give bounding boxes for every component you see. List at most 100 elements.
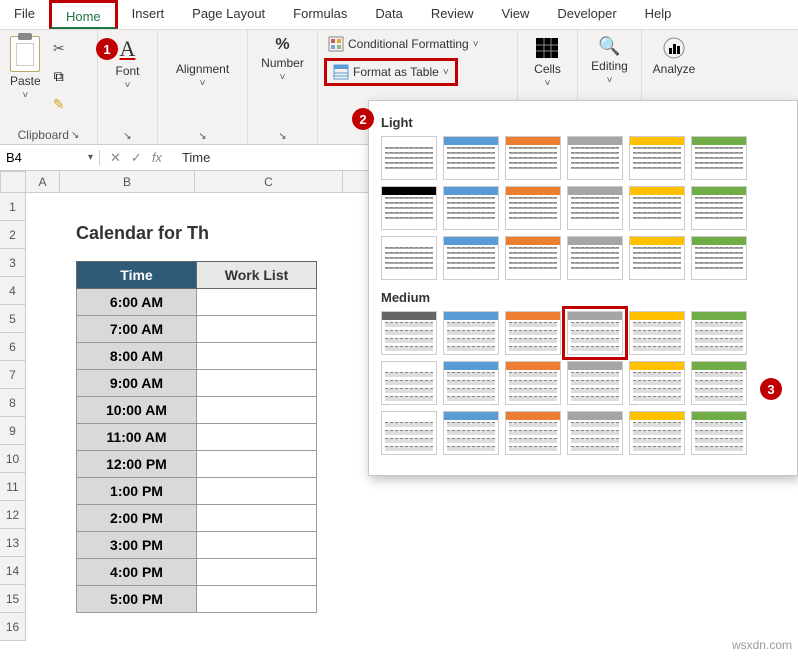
alignment-button[interactable]: Alignment ˅	[172, 34, 233, 91]
table-style-swatch[interactable]	[629, 411, 685, 455]
time-cell[interactable]: 2:00 PM	[77, 505, 197, 532]
format-painter-button[interactable]: ✎	[49, 94, 69, 114]
row-header-6[interactable]: 6	[0, 333, 26, 361]
worklist-cell[interactable]	[197, 505, 317, 532]
worklist-cell[interactable]	[197, 451, 317, 478]
format-as-table-button[interactable]: Format as Table˅	[324, 58, 458, 86]
worklist-cell[interactable]	[197, 316, 317, 343]
col-header-C[interactable]: C	[195, 171, 343, 193]
table-row[interactable]: 5:00 PM	[77, 586, 317, 613]
table-style-swatch[interactable]	[505, 411, 561, 455]
table-header[interactable]: Time	[77, 262, 197, 289]
worklist-cell[interactable]	[197, 586, 317, 613]
table-style-swatch[interactable]	[629, 236, 685, 280]
worklist-cell[interactable]	[197, 370, 317, 397]
worklist-cell[interactable]	[197, 289, 317, 316]
dialog-launcher-icon[interactable]: ↘	[123, 131, 131, 142]
table-row[interactable]: 3:00 PM	[77, 532, 317, 559]
table-header[interactable]: Work List	[197, 262, 317, 289]
table-style-swatch[interactable]	[629, 361, 685, 405]
analyze-button[interactable]: Analyze	[649, 34, 700, 78]
row-header-14[interactable]: 14	[0, 557, 26, 585]
select-all-corner[interactable]	[0, 171, 26, 193]
enter-button[interactable]: ✓	[131, 150, 142, 166]
table-style-swatch[interactable]	[505, 311, 561, 355]
table-style-swatch[interactable]	[443, 361, 499, 405]
row-header-10[interactable]: 10	[0, 445, 26, 473]
table-style-swatch[interactable]	[567, 186, 623, 230]
time-cell[interactable]: 10:00 AM	[77, 397, 197, 424]
time-cell[interactable]: 7:00 AM	[77, 316, 197, 343]
time-cell[interactable]: 5:00 PM	[77, 586, 197, 613]
col-header-B[interactable]: B	[60, 171, 195, 193]
time-cell[interactable]: 6:00 AM	[77, 289, 197, 316]
cut-button[interactable]: ✂	[49, 38, 69, 58]
row-header-7[interactable]: 7	[0, 361, 26, 389]
fx-button[interactable]: fx	[152, 150, 162, 166]
worklist-cell[interactable]	[197, 478, 317, 505]
row-header-9[interactable]: 9	[0, 417, 26, 445]
row-header-1[interactable]: 1	[0, 193, 26, 221]
number-button[interactable]: % Number ˅	[257, 34, 308, 85]
row-header-2[interactable]: 2	[0, 221, 26, 249]
table-style-swatch[interactable]	[629, 186, 685, 230]
table-style-swatch[interactable]	[505, 236, 561, 280]
worklist-cell[interactable]	[197, 424, 317, 451]
time-cell[interactable]: 8:00 AM	[77, 343, 197, 370]
col-header-A[interactable]: A	[26, 171, 60, 193]
editing-button[interactable]: 🔍 Editing ˅	[587, 34, 632, 88]
time-cell[interactable]: 3:00 PM	[77, 532, 197, 559]
table-style-swatch[interactable]	[567, 136, 623, 180]
worklist-cell[interactable]	[197, 343, 317, 370]
time-cell[interactable]: 12:00 PM	[77, 451, 197, 478]
tab-file[interactable]: File	[0, 0, 49, 29]
table-style-swatch[interactable]	[443, 186, 499, 230]
table-row[interactable]: 8:00 AM	[77, 343, 317, 370]
table-row[interactable]: 6:00 AM	[77, 289, 317, 316]
tab-view[interactable]: View	[487, 0, 543, 29]
tab-formulas[interactable]: Formulas	[279, 0, 361, 29]
row-header-3[interactable]: 3	[0, 249, 26, 277]
data-table[interactable]: TimeWork List 6:00 AM7:00 AM8:00 AM9:00 …	[76, 261, 317, 613]
table-row[interactable]: 11:00 AM	[77, 424, 317, 451]
time-cell[interactable]: 9:00 AM	[77, 370, 197, 397]
dialog-launcher-icon[interactable]: ↘	[278, 131, 286, 142]
row-header-8[interactable]: 8	[0, 389, 26, 417]
table-style-swatch[interactable]	[691, 411, 747, 455]
tab-review[interactable]: Review	[417, 0, 488, 29]
table-style-swatch[interactable]	[567, 236, 623, 280]
table-style-swatch[interactable]	[629, 136, 685, 180]
copy-button[interactable]: ⧉	[49, 66, 69, 86]
name-box[interactable]: B4 ▾	[0, 150, 100, 165]
table-style-swatch[interactable]	[443, 136, 499, 180]
row-header-12[interactable]: 12	[0, 501, 26, 529]
tab-home[interactable]: Home	[49, 0, 118, 29]
table-style-swatch[interactable]	[381, 136, 437, 180]
table-row[interactable]: 4:00 PM	[77, 559, 317, 586]
table-row[interactable]: 9:00 AM	[77, 370, 317, 397]
table-style-swatch[interactable]	[443, 236, 499, 280]
table-style-swatch[interactable]	[381, 311, 437, 355]
table-style-swatch[interactable]	[691, 311, 747, 355]
table-style-swatch[interactable]	[691, 361, 747, 405]
tab-insert[interactable]: Insert	[118, 0, 179, 29]
worklist-cell[interactable]	[197, 397, 317, 424]
paste-button[interactable]: Paste ˅	[6, 34, 45, 103]
tab-data[interactable]: Data	[361, 0, 416, 29]
formula-input[interactable]: Time	[172, 150, 220, 165]
table-style-swatch[interactable]	[691, 236, 747, 280]
table-style-swatch[interactable]	[381, 236, 437, 280]
cancel-button[interactable]: ✕	[110, 150, 121, 166]
tab-page-layout[interactable]: Page Layout	[178, 0, 279, 29]
row-header-15[interactable]: 15	[0, 585, 26, 613]
table-style-swatch[interactable]	[505, 186, 561, 230]
row-header-13[interactable]: 13	[0, 529, 26, 557]
table-style-swatch[interactable]	[443, 311, 499, 355]
row-header-16[interactable]: 16	[0, 613, 26, 641]
table-style-swatch[interactable]	[443, 411, 499, 455]
table-style-swatch[interactable]	[567, 311, 623, 355]
row-header-4[interactable]: 4	[0, 277, 26, 305]
table-style-swatch[interactable]	[381, 361, 437, 405]
table-style-swatch[interactable]	[567, 361, 623, 405]
time-cell[interactable]: 1:00 PM	[77, 478, 197, 505]
